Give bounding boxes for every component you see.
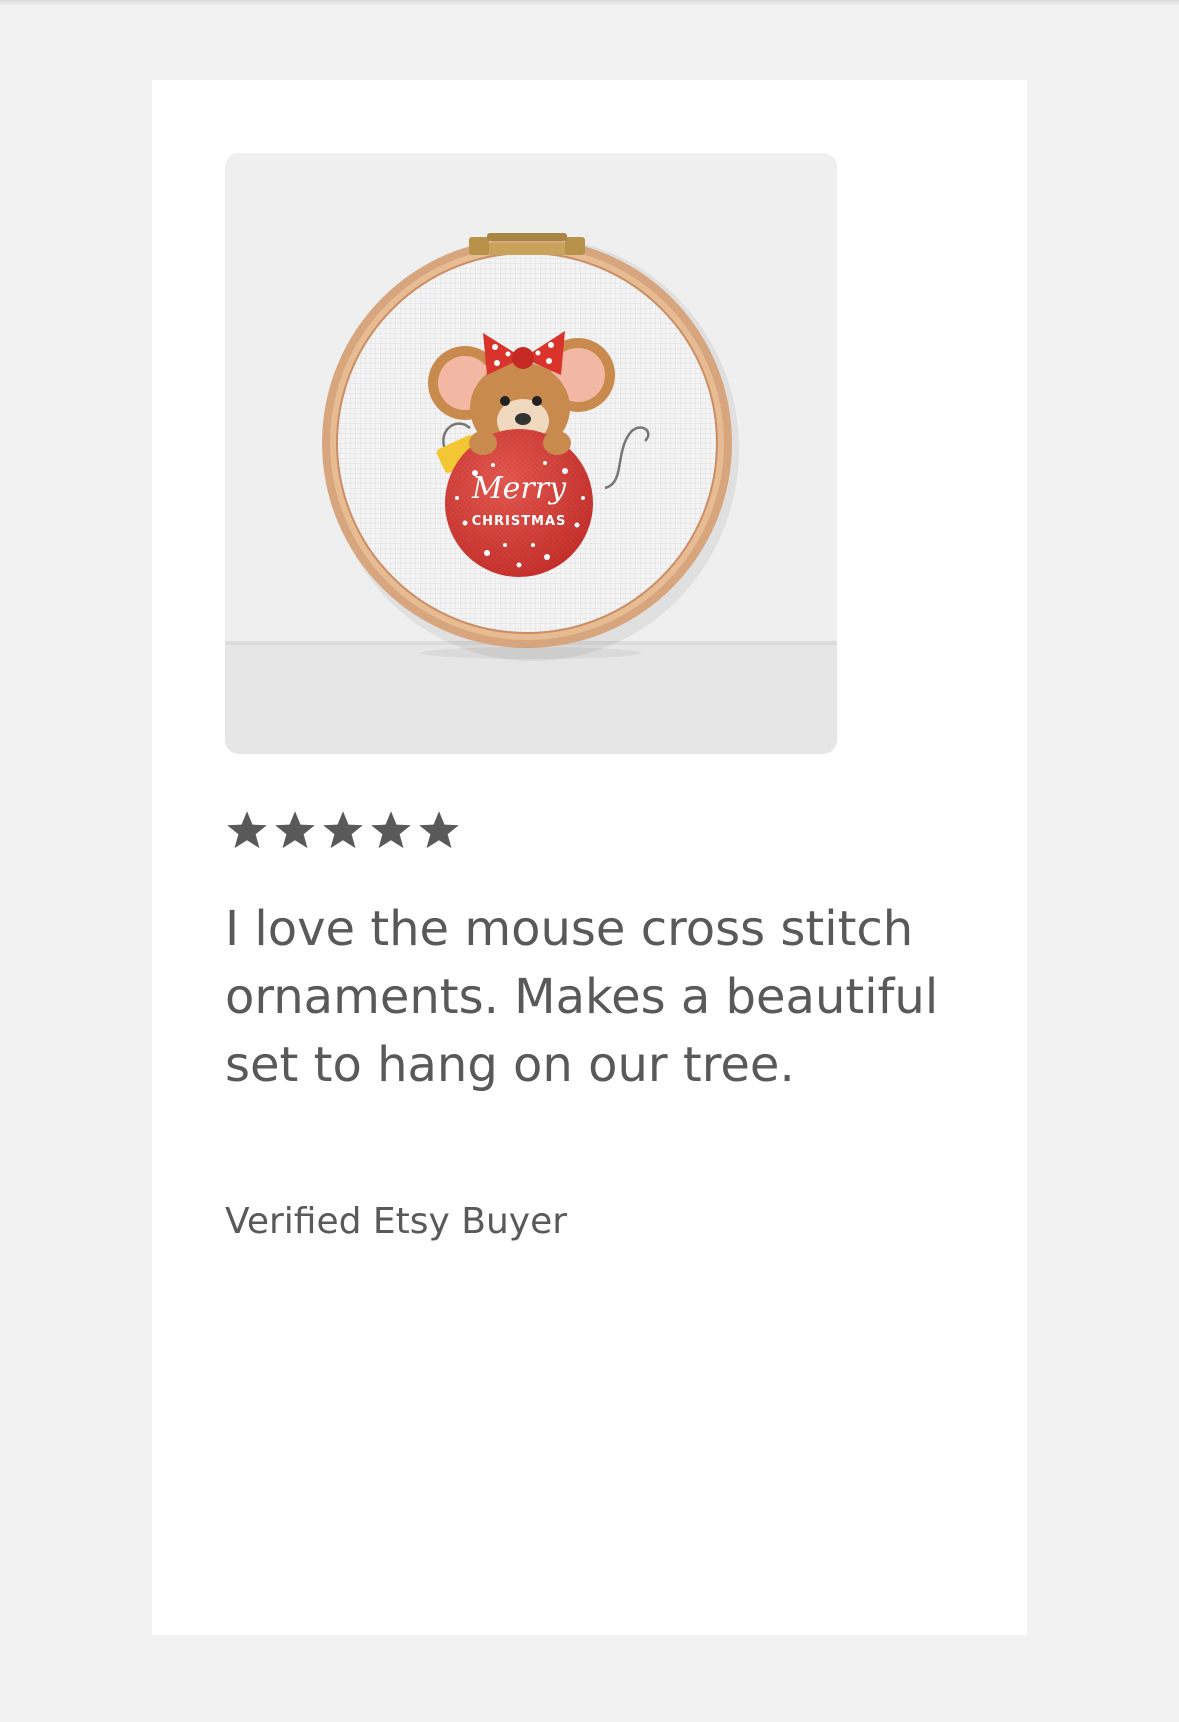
ornament-script-text: Merry bbox=[471, 471, 567, 506]
review-card[interactable]: Merry CHRISTMAS I love the mouse cross s… bbox=[152, 80, 1027, 1635]
star-icon bbox=[419, 811, 459, 849]
product-photo[interactable]: Merry CHRISTMAS bbox=[225, 153, 837, 754]
star-icon bbox=[323, 811, 363, 849]
top-shadow bbox=[0, 0, 1179, 6]
star-icon bbox=[371, 811, 411, 849]
ornament-caption-text: CHRISTMAS bbox=[472, 514, 567, 529]
star-icon bbox=[275, 811, 315, 849]
star-rating bbox=[225, 808, 461, 852]
star-icon bbox=[227, 811, 267, 849]
review-text: I love the mouse cross stitch ornaments.… bbox=[225, 901, 939, 1093]
reviewer-name: Verified Etsy Buyer bbox=[225, 1201, 568, 1242]
cross-stitch-hoop-image: Merry CHRISTMAS bbox=[225, 153, 837, 754]
